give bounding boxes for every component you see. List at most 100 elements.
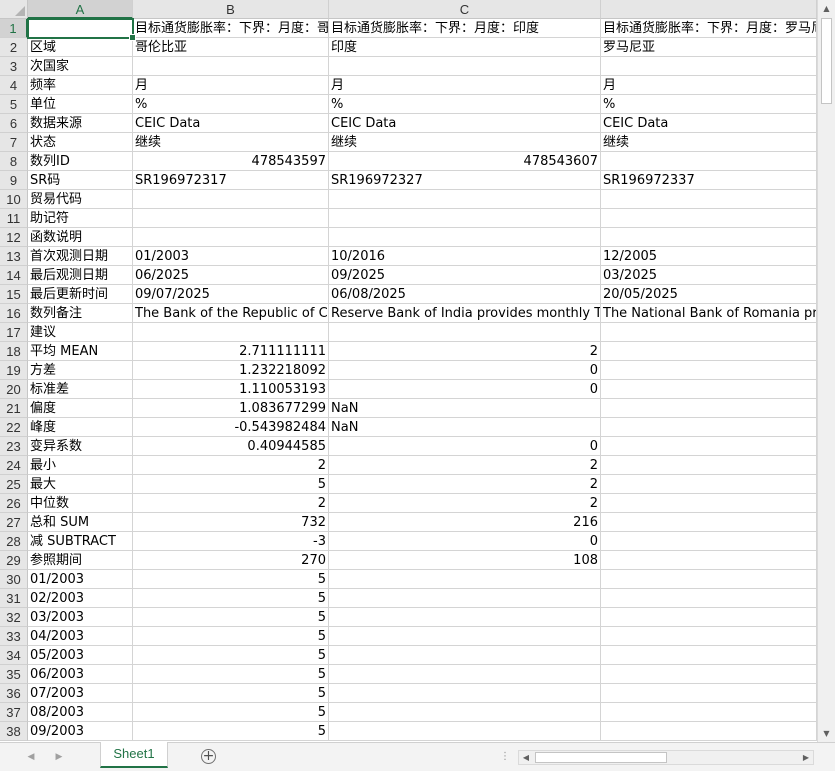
row-header[interactable]: 14	[0, 266, 28, 285]
cell-b[interactable]	[133, 57, 329, 76]
cell-d[interactable]	[601, 665, 817, 684]
cell-c[interactable]: 2	[329, 475, 601, 494]
cell-c[interactable]: 478543607	[329, 152, 601, 171]
row-header[interactable]: 5	[0, 95, 28, 114]
cell-b[interactable]: 5	[133, 570, 329, 589]
cell-a[interactable]: 03/2003	[28, 608, 133, 627]
cell-b[interactable]: 5	[133, 703, 329, 722]
cell-a[interactable]: 区域	[28, 38, 133, 57]
cell-a[interactable]: 总和 SUM	[28, 513, 133, 532]
cell-d[interactable]	[601, 532, 817, 551]
row-header[interactable]: 4	[0, 76, 28, 95]
row-header[interactable]: 37	[0, 703, 28, 722]
row-header[interactable]: 28	[0, 532, 28, 551]
horizontal-scrollbar[interactable]: ◀ ▶	[518, 750, 814, 765]
cell-c[interactable]: SR196972327	[329, 171, 601, 190]
cell-c[interactable]	[329, 323, 601, 342]
cell-d[interactable]	[601, 456, 817, 475]
row-header[interactable]: 2	[0, 38, 28, 57]
cell-d[interactable]: 03/2025	[601, 266, 817, 285]
cell-b[interactable]: 5	[133, 665, 329, 684]
cell-b[interactable]	[133, 209, 329, 228]
cell-a[interactable]: 变异系数	[28, 437, 133, 456]
column-header-b[interactable]: B	[133, 0, 329, 19]
cell-c[interactable]: 2	[329, 494, 601, 513]
cell-c[interactable]: 0	[329, 532, 601, 551]
row-header[interactable]: 24	[0, 456, 28, 475]
column-header-c[interactable]: C	[329, 0, 601, 19]
cell-d[interactable]	[601, 209, 817, 228]
cell-d[interactable]	[601, 551, 817, 570]
cell-d[interactable]	[601, 152, 817, 171]
cell-b[interactable]: 732	[133, 513, 329, 532]
cell-c[interactable]: NaN	[329, 399, 601, 418]
horizontal-scroll-thumb[interactable]	[535, 752, 667, 763]
row-header[interactable]: 32	[0, 608, 28, 627]
cell-c[interactable]: 月	[329, 76, 601, 95]
next-sheet-icon[interactable]: ▶	[52, 750, 66, 764]
cell-c[interactable]	[329, 665, 601, 684]
cell-a[interactable]: 最小	[28, 456, 133, 475]
cell-c[interactable]	[329, 684, 601, 703]
column-header-a[interactable]: A	[28, 0, 133, 19]
cell-c[interactable]	[329, 627, 601, 646]
row-header[interactable]: 22	[0, 418, 28, 437]
row-header[interactable]: 33	[0, 627, 28, 646]
cell-b[interactable]: %	[133, 95, 329, 114]
cell-a[interactable]: 函数说明	[28, 228, 133, 247]
cell-d[interactable]	[601, 627, 817, 646]
row-header[interactable]: 25	[0, 475, 28, 494]
cell-d[interactable]: The National Bank of Romania provides	[601, 304, 817, 323]
row-header[interactable]: 26	[0, 494, 28, 513]
cell-a[interactable]: 最后更新时间	[28, 285, 133, 304]
cell-d[interactable]	[601, 722, 817, 741]
cell-a[interactable]: 数列ID	[28, 152, 133, 171]
cell-a[interactable]: 单位	[28, 95, 133, 114]
cell-b[interactable]: 5	[133, 722, 329, 741]
cell-b[interactable]: 1.232218092	[133, 361, 329, 380]
select-all-corner[interactable]	[0, 0, 28, 19]
cell-b[interactable]: 1.083677299	[133, 399, 329, 418]
row-header[interactable]: 10	[0, 190, 28, 209]
cell-d[interactable]: 目标通货膨胀率：下界：月度：罗马尼亚	[601, 19, 817, 38]
cell-a[interactable]: 参照期间	[28, 551, 133, 570]
cell-d[interactable]	[601, 323, 817, 342]
cell-d[interactable]: 12/2005	[601, 247, 817, 266]
cell-a[interactable]: 01/2003	[28, 570, 133, 589]
cell-c[interactable]: 0	[329, 437, 601, 456]
cell-b[interactable]: 继续	[133, 133, 329, 152]
cell-a[interactable]: SR码	[28, 171, 133, 190]
cell-d[interactable]	[601, 399, 817, 418]
cell-d[interactable]	[601, 494, 817, 513]
vertical-scrollbar[interactable]: ▲ ▼	[817, 0, 835, 742]
cell-d[interactable]	[601, 475, 817, 494]
cell-b[interactable]: -0.543982484	[133, 418, 329, 437]
cell-a[interactable]: 08/2003	[28, 703, 133, 722]
cell-a[interactable]: 助记符	[28, 209, 133, 228]
cell-b[interactable]: 目标通货膨胀率：下界：月度：哥伦比亚	[133, 19, 329, 38]
cell-d[interactable]	[601, 570, 817, 589]
spreadsheet-grid[interactable]: ABC 1 2 3 4 5 6 7 8 9 10 11 12 13 14 15 16 17 18 19 20 21 22 2…	[0, 0, 817, 742]
row-header[interactable]: 8	[0, 152, 28, 171]
cell-b[interactable]: SR196972317	[133, 171, 329, 190]
cell-c[interactable]: 06/08/2025	[329, 285, 601, 304]
cell-a[interactable]: 02/2003	[28, 589, 133, 608]
cell-a[interactable]: 04/2003	[28, 627, 133, 646]
cell-b[interactable]	[133, 228, 329, 247]
cell-d[interactable]: 罗马尼亚	[601, 38, 817, 57]
cell-b[interactable]: The Bank of the Republic of Colombia	[133, 304, 329, 323]
tab-sheet1[interactable]: Sheet1	[100, 742, 168, 768]
cell-a[interactable]: 建议	[28, 323, 133, 342]
row-header[interactable]: 21	[0, 399, 28, 418]
cell-c[interactable]: %	[329, 95, 601, 114]
cell-b[interactable]	[133, 190, 329, 209]
row-header[interactable]: 19	[0, 361, 28, 380]
cell-a[interactable]: 中位数	[28, 494, 133, 513]
cell-d[interactable]	[601, 342, 817, 361]
cell-a[interactable]: 最后观测日期	[28, 266, 133, 285]
cell-c[interactable]	[329, 570, 601, 589]
cell-d[interactable]	[601, 513, 817, 532]
row-header[interactable]: 7	[0, 133, 28, 152]
cell-b[interactable]: 0.40944585	[133, 437, 329, 456]
row-header[interactable]: 15	[0, 285, 28, 304]
